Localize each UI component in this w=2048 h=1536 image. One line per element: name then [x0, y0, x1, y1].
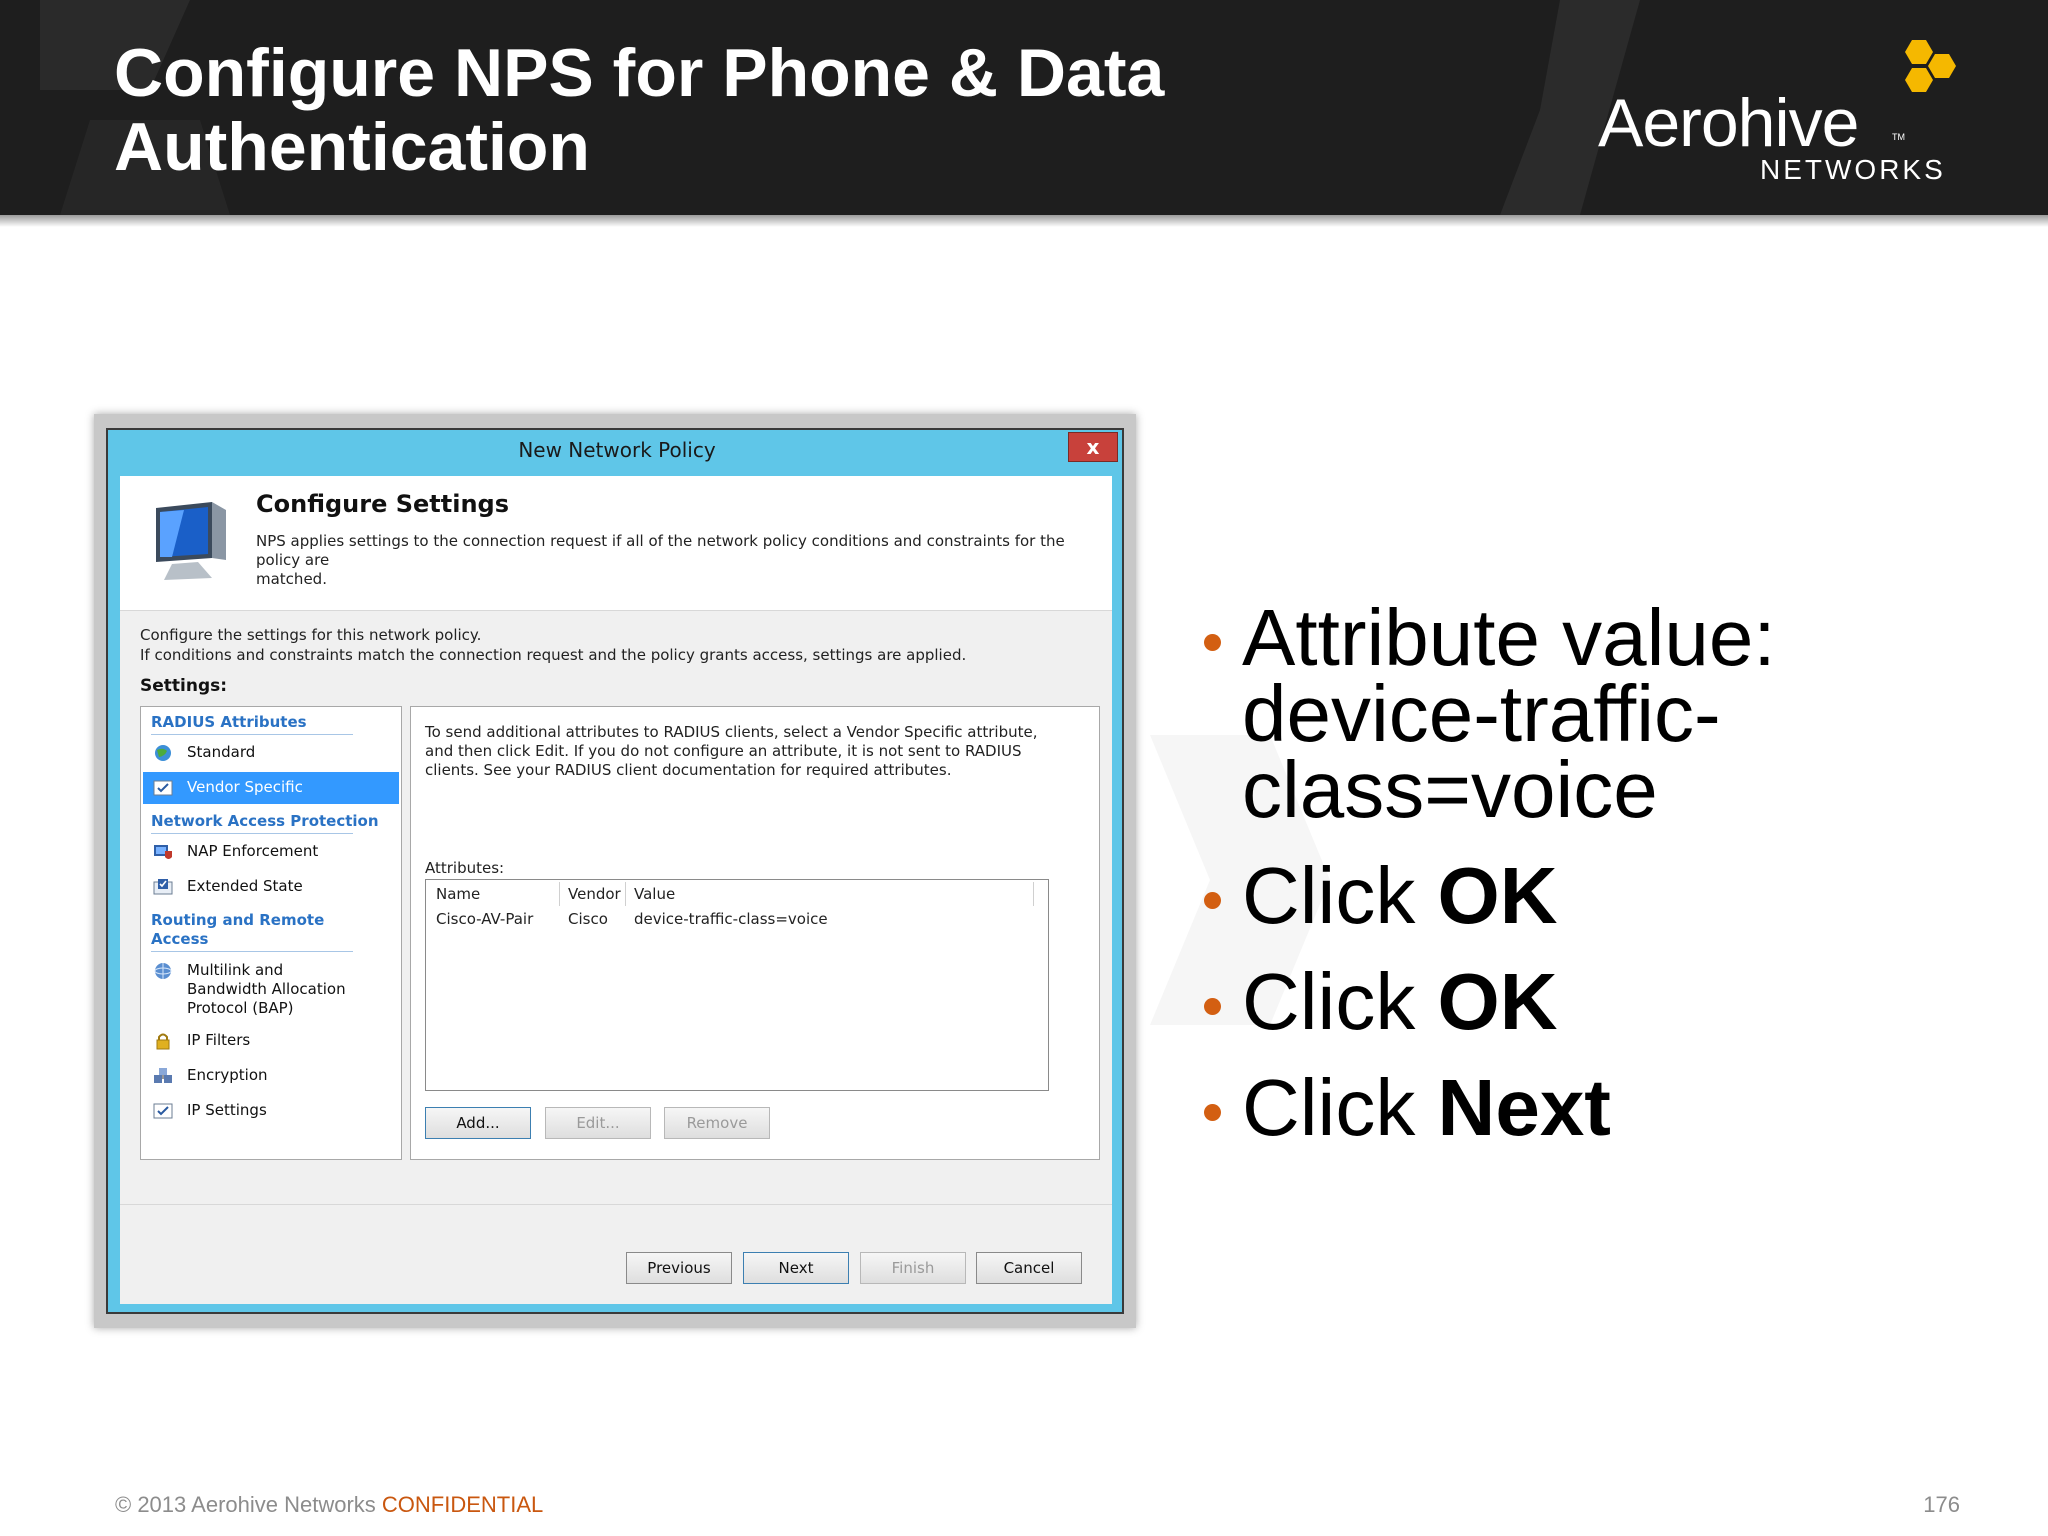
bullet-bold-text: OK: [1437, 957, 1558, 1046]
next-button[interactable]: Next: [743, 1252, 849, 1284]
monitor-icon: [156, 502, 226, 580]
cell-value: device-traffic-class=voice: [634, 910, 828, 928]
slide-footer: © 2013 Aerohive Networks CONFIDENTIAL: [115, 1492, 543, 1518]
intro-text-line-2: If conditions and constraints match the …: [140, 646, 967, 664]
bullet-click-ok-1: Click OK: [1200, 856, 2020, 936]
category-radius-attributes: RADIUS Attributes: [151, 713, 307, 731]
bullet-text: Click: [1242, 851, 1438, 940]
bullet-click-next: Click Next: [1200, 1068, 2020, 1148]
category-divider: [151, 833, 353, 834]
bullet-dot: [1204, 892, 1221, 909]
column-header-name[interactable]: Name: [428, 882, 560, 906]
attributes-label: Attributes:: [425, 859, 505, 877]
finish-button[interactable]: Finish: [860, 1252, 966, 1284]
nav-item-standard[interactable]: Standard: [143, 737, 399, 769]
category-network-access-protection: Network Access Protection: [151, 812, 379, 830]
bullet-text: Attribute value: device-traffic-class=vo…: [1242, 593, 1776, 834]
nav-item-nap-enforcement[interactable]: NAP Enforcement: [143, 836, 399, 868]
nav-item-label: NAP Enforcement: [187, 842, 319, 860]
intro-text-line-1: Configure the settings for this network …: [140, 626, 482, 644]
header-title: Configure Settings: [256, 490, 509, 518]
bullet-dot: [1204, 1104, 1221, 1121]
category-routing-and-remote-access: Routing and Remote Access: [151, 911, 325, 948]
add-button[interactable]: Add...: [425, 1107, 531, 1139]
dialog-header-panel: Configure Settings NPS applies settings …: [120, 476, 1112, 611]
nav-item-label: Multilink and Bandwidth Allocation Proto…: [187, 961, 346, 1017]
logo-wordmark: Aerohive: [1598, 85, 1859, 161]
bullet-bold-text: Next: [1437, 1063, 1611, 1152]
checkbox-icon: [153, 780, 173, 796]
logo-subtitle: NETWORKS: [1760, 154, 1946, 185]
encryption-icon: [154, 1068, 172, 1083]
bullet-dot: [1204, 998, 1221, 1015]
extended-state-icon: [153, 879, 173, 895]
bullet-text: Click: [1242, 1063, 1438, 1152]
settings-label: Settings:: [140, 676, 228, 696]
banner-shadow: [0, 215, 2048, 227]
dialog-title: New Network Policy: [518, 438, 716, 462]
remove-button[interactable]: Remove: [664, 1107, 770, 1139]
nav-item-label: Standard: [187, 743, 256, 761]
nav-item-label: IP Settings: [187, 1101, 267, 1119]
aerohive-logo: Aerohive TM NETWORKS: [1590, 36, 1970, 196]
cell-vendor: Cisco: [568, 910, 608, 928]
edit-button[interactable]: Edit...: [545, 1107, 651, 1139]
column-header-vendor[interactable]: Vendor: [560, 882, 626, 906]
slide-title-line-2: Authentication: [114, 109, 590, 185]
page-number: 176: [1923, 1492, 1960, 1517]
category-divider: [151, 734, 353, 735]
dialog-body: Configure Settings NPS applies settings …: [120, 476, 1112, 1304]
nav-item-encryption[interactable]: Encryption: [143, 1060, 399, 1092]
slide-header-banner: Configure NPS for Phone & Data Authentic…: [0, 0, 2048, 215]
previous-button[interactable]: Previous: [626, 1252, 732, 1284]
nav-item-vendor-specific[interactable]: Vendor Specific: [143, 772, 399, 804]
lock-icon: [156, 1033, 170, 1050]
bullet-attribute-value: Attribute value: device-traffic-class=vo…: [1200, 598, 2020, 830]
bullet-text: Click: [1242, 957, 1438, 1046]
slide-title: Configure NPS for Phone & Data Authentic…: [114, 36, 1314, 184]
footer-separator: [120, 1204, 1112, 1205]
logo-trademark: TM: [1892, 132, 1905, 142]
new-network-policy-dialog: New Network Policy x Configure Settings …: [106, 428, 1124, 1314]
bullet-dot: [1204, 634, 1221, 651]
network-globe-icon: [154, 963, 172, 979]
bullet-click-ok-2: Click OK: [1200, 962, 2020, 1042]
nav-item-label: Encryption: [187, 1066, 268, 1084]
header-description: NPS applies settings to the connection r…: [256, 532, 1065, 588]
cancel-button[interactable]: Cancel: [976, 1252, 1082, 1284]
nav-item-label: IP Filters: [187, 1031, 251, 1049]
footer-confidential: CONFIDENTIAL: [381, 1492, 544, 1517]
slide-title-line-1: Configure NPS for Phone & Data: [114, 35, 1165, 111]
cell-name: Cisco-AV-Pair: [436, 910, 534, 928]
nav-item-ip-filters[interactable]: IP Filters: [143, 1025, 399, 1057]
nav-item-ip-settings[interactable]: IP Settings: [143, 1095, 399, 1127]
checkbox-icon: [153, 1103, 173, 1119]
footer-copyright: © 2013 Aerohive Networks: [115, 1492, 382, 1517]
category-divider: [151, 951, 353, 952]
attributes-table[interactable]: Name Vendor Value Cisco-AV-Pair Cisco de…: [425, 879, 1049, 1091]
column-header-value[interactable]: Value: [626, 882, 1034, 906]
nav-item-multilink-bap[interactable]: Multilink and Bandwidth Allocation Proto…: [143, 955, 399, 1017]
globe-icon: [155, 745, 171, 761]
close-button[interactable]: x: [1068, 432, 1118, 462]
nav-item-label: Extended State: [187, 877, 303, 895]
nav-item-label: Vendor Specific: [187, 778, 303, 796]
vendor-specific-description: To send additional attributes to RADIUS …: [425, 723, 1038, 779]
nap-shield-icon: [154, 845, 172, 859]
settings-nav-panel: RADIUS Attributes Standard Vendor Specif…: [140, 706, 402, 1160]
nav-item-extended-state[interactable]: Extended State: [143, 871, 399, 903]
honeycomb-logo-icon: [1905, 40, 1956, 92]
bullet-bold-text: OK: [1437, 851, 1558, 940]
instruction-bullet-list: Attribute value: device-traffic-class=vo…: [1200, 598, 2020, 1176]
vendor-specific-panel: To send additional attributes to RADIUS …: [410, 706, 1100, 1160]
